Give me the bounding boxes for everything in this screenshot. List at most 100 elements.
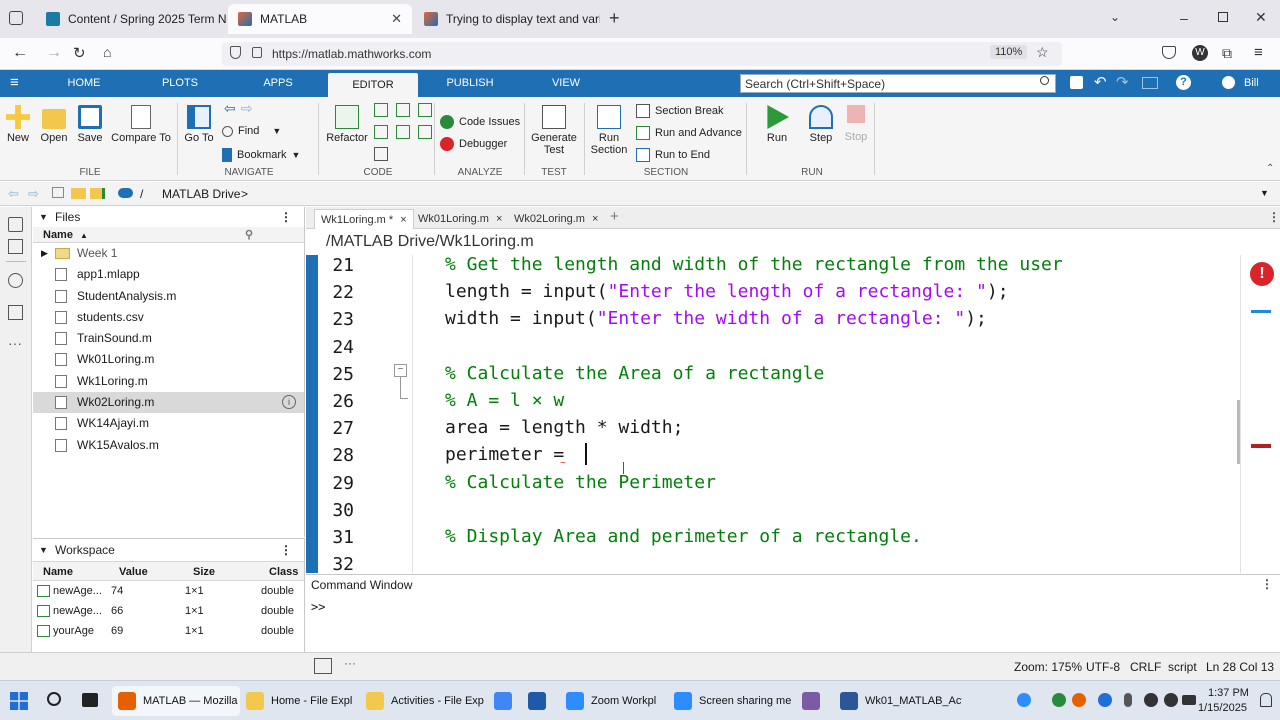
code-line[interactable]: % Get the length and width of the rectan…	[445, 255, 1063, 275]
code-issues-button[interactable]: Code Issues	[440, 115, 520, 129]
editor-tab-wk1loring[interactable]: Wk1Loring.m * ×	[314, 209, 414, 229]
close-icon[interactable]: ✕	[391, 11, 402, 27]
lock-icon[interactable]	[252, 47, 262, 58]
taskbar-app[interactable]: MATLAB — Mozilla	[112, 686, 240, 716]
line-number[interactable]: 23	[332, 309, 354, 330]
user-name[interactable]: Bill	[1244, 77, 1259, 89]
run-section-button[interactable]: Run Section	[588, 105, 630, 156]
collapse-panel-icon[interactable]: ▼	[39, 207, 48, 227]
files-col-name[interactable]: Name	[43, 229, 73, 241]
forward-folder-icon[interactable]: ⇨	[28, 186, 39, 202]
command-window[interactable]: Command Window ⋮ >>	[306, 574, 1280, 652]
add-tab-button[interactable]: +	[610, 208, 619, 225]
menu-icon[interactable]: ≡	[1254, 44, 1263, 61]
taskbar-app[interactable]	[488, 686, 518, 716]
line-number[interactable]: 26	[332, 391, 354, 412]
zoom-tray-icon[interactable]	[1017, 693, 1031, 707]
taskbar-app[interactable]: Activities - File Exp	[360, 686, 484, 716]
run-to-end-button[interactable]: Run to End	[636, 148, 710, 162]
workspace-row[interactable]: newAge... 66 1×1 double	[33, 601, 304, 621]
maximize-button[interactable]	[1218, 12, 1228, 22]
back-nav-button[interactable]: ⇦ ⇨	[224, 100, 252, 117]
code-line[interactable]: perimeter =	[445, 444, 575, 465]
file-row[interactable]: Wk02Loring.m i	[33, 392, 304, 414]
line-number[interactable]: 32	[332, 554, 354, 575]
status-encoding[interactable]: UTF-8	[1086, 660, 1120, 674]
close-icon[interactable]: ×	[592, 213, 598, 225]
line-number[interactable]: 29	[332, 473, 354, 494]
tab-apps[interactable]: APPS	[250, 70, 306, 97]
tab-home[interactable]: HOME	[56, 70, 112, 97]
shield-tray-icon[interactable]	[1052, 693, 1066, 707]
tab-editor[interactable]: EDITOR	[328, 73, 418, 97]
error-marker[interactable]	[1251, 444, 1271, 448]
browser-tab-forum[interactable]: Trying to display text and variat ✕	[414, 4, 600, 34]
hamburger-icon[interactable]: ≡	[10, 74, 19, 91]
close-icon[interactable]: ×	[400, 214, 406, 226]
code-line[interactable]: % A = l × w	[445, 390, 564, 411]
files-panel-icon[interactable]	[8, 217, 23, 232]
path-dropdown-icon[interactable]: ▼	[1260, 188, 1269, 198]
path-arrow[interactable]: >	[241, 187, 248, 201]
shield-icon[interactable]	[230, 46, 241, 59]
code-line[interactable]: % Calculate the Area of a rectangle	[445, 363, 824, 384]
more-icon[interactable]: ···	[344, 656, 356, 670]
function-icon[interactable]	[374, 147, 388, 161]
cloud-icon[interactable]	[118, 188, 133, 198]
debugger-button[interactable]: Debugger	[440, 137, 507, 151]
line-number[interactable]: 27	[332, 418, 354, 439]
bookmark-button[interactable]: Bookmark ▼	[222, 148, 300, 162]
bluetooth-icon[interactable]	[1098, 693, 1112, 707]
editor-tab-wk02loring[interactable]: Wk02Loring.m ×	[508, 209, 604, 229]
battery-icon[interactable]	[1182, 695, 1196, 705]
uncomment-icon[interactable]	[396, 103, 410, 117]
file-row[interactable]: TrainSound.m	[33, 328, 304, 349]
line-number[interactable]: 28	[332, 445, 354, 466]
browser-tab-matlab[interactable]: MATLAB ✕	[228, 4, 412, 34]
back-icon[interactable]: ←	[12, 44, 28, 62]
editor-menu-icon[interactable]: ⋮	[1268, 210, 1280, 224]
step-button[interactable]: Step	[804, 105, 838, 144]
tab-view[interactable]: VIEW	[540, 70, 592, 97]
file-row[interactable]: Wk1Loring.m	[33, 371, 304, 392]
collapse-ribbon-icon[interactable]: ⌃	[1266, 163, 1274, 174]
taskbar-app[interactable]	[796, 686, 826, 716]
taskbar-app[interactable]: Home - File Expl	[240, 686, 356, 716]
path-folder[interactable]: MATLAB Drive	[162, 187, 240, 201]
extensions-icon[interactable]: ⧉	[1222, 45, 1232, 62]
line-number[interactable]: 21	[332, 255, 354, 276]
panel-menu-icon[interactable]: ⋮	[1261, 577, 1273, 591]
line-number[interactable]: 24	[332, 337, 354, 358]
project-icon[interactable]	[8, 305, 23, 320]
volume-icon[interactable]	[1164, 693, 1178, 707]
windows-start-icon[interactable]	[10, 692, 28, 710]
clock-time[interactable]: 1:37 PM	[1208, 687, 1249, 699]
line-number[interactable]: 22	[332, 282, 354, 303]
file-row[interactable]: students.csv	[33, 307, 304, 328]
zoom-badge[interactable]: 110%	[990, 45, 1028, 59]
file-row[interactable]: WK14Ajayi.m	[33, 413, 304, 434]
open-button[interactable]: Open	[38, 105, 70, 144]
undo-icon[interactable]: ↶	[1094, 73, 1107, 91]
search-input[interactable]: Search (Ctrl+Shift+Space)	[740, 74, 1056, 93]
workspace-row[interactable]: yourAge 69 1×1 double	[33, 621, 304, 641]
tab-plots[interactable]: PLOTS	[152, 70, 208, 97]
layout-icon[interactable]	[1142, 77, 1158, 89]
more-icon[interactable]: ···	[8, 335, 22, 351]
file-row[interactable]: StudentAnalysis.m	[33, 286, 304, 307]
status-type[interactable]: script	[1168, 660, 1197, 674]
goto-button[interactable]: Go To	[184, 105, 214, 144]
line-number[interactable]: 31	[332, 527, 354, 548]
run-button[interactable]: Run	[760, 105, 794, 144]
reload-icon[interactable]: ↻	[73, 44, 86, 62]
code-line[interactable]: width = input("Enter the width of a rect…	[445, 308, 987, 329]
redo-icon[interactable]: ↷	[1116, 73, 1129, 91]
browse-folder-icon[interactable]	[71, 188, 86, 199]
code-line[interactable]: length = input("Enter the length of a re…	[445, 281, 1009, 302]
status-zoom[interactable]: Zoom: 175%	[1014, 660, 1082, 674]
code-editor[interactable]: ~ % Get the length and width of the rect…	[414, 255, 1240, 573]
grid-panel-icon[interactable]	[8, 239, 23, 254]
source-control-icon[interactable]	[8, 273, 23, 288]
save-icon[interactable]	[1070, 76, 1083, 89]
mic-icon[interactable]	[1124, 693, 1132, 707]
